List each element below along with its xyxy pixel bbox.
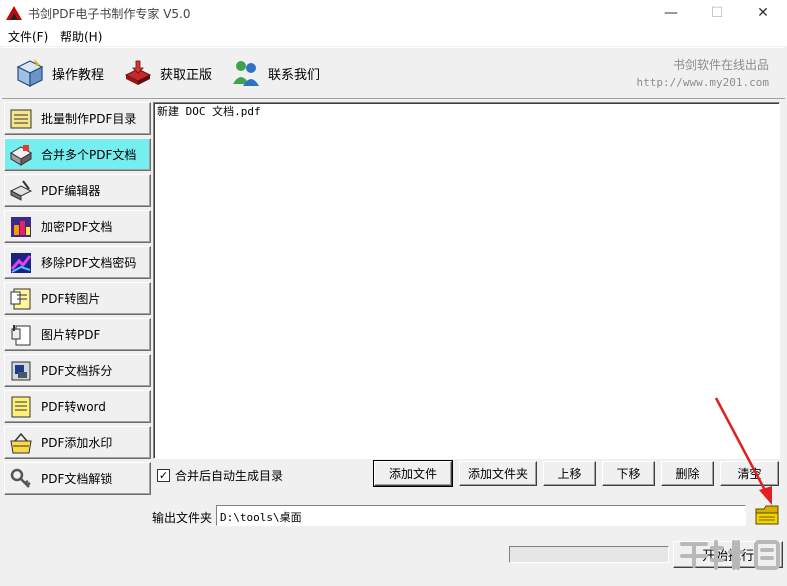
contact-label: 联系我们 bbox=[268, 67, 321, 83]
purchase-icon bbox=[124, 60, 152, 85]
menu-file[interactable]: 文件(F) bbox=[8, 28, 48, 45]
move-down-button[interactable]: 下移 bbox=[602, 461, 655, 486]
move-up-button[interactable]: 上移 bbox=[543, 461, 596, 486]
toolbar: 操作教程 获取正版 联系我们 书剑软件在线出品 http://www.my201… bbox=[2, 47, 785, 99]
tutorial-icon bbox=[16, 59, 44, 87]
brand-name: 书剑软件在线出品 bbox=[672, 58, 769, 72]
app-logo-icon bbox=[6, 6, 22, 20]
sidebar-item-label: 图片转PDF bbox=[41, 328, 101, 342]
sidebar-item-encrypt[interactable]: 加密PDF文档 bbox=[4, 210, 151, 243]
tutorial-label: 操作教程 bbox=[52, 67, 105, 83]
sidebar-item-label: PDF文档拆分 bbox=[41, 364, 113, 378]
merge-icon bbox=[10, 144, 32, 166]
sidebar-item-label: 合并多个PDF文档 bbox=[41, 148, 137, 162]
sidebar-item-label: 加密PDF文档 bbox=[41, 220, 113, 234]
watermark-icon bbox=[10, 432, 32, 453]
sidebar-item-remove-password[interactable]: 移除PDF文档密码 bbox=[4, 246, 151, 279]
sidebar-item-pdf-to-word[interactable]: PDF转word bbox=[4, 390, 151, 423]
progress-bar bbox=[509, 546, 669, 563]
encrypt-icon bbox=[11, 216, 31, 237]
sidebar-item-split[interactable]: PDF文档拆分 bbox=[4, 354, 151, 387]
sidebar-item-label: 批量制作PDF目录 bbox=[41, 112, 137, 126]
sidebar-item-label: PDF转word bbox=[41, 400, 106, 414]
sidebar-item-editor[interactable]: PDF编辑器 bbox=[4, 174, 151, 207]
delete-button[interactable]: 删除 bbox=[661, 461, 714, 486]
purchase-button[interactable]: 获取正版 bbox=[122, 56, 212, 90]
brand-url: http://www.my201.com bbox=[636, 76, 769, 89]
maximize-button[interactable]: ☐ bbox=[694, 0, 740, 26]
sidebar-item-label: PDF文档解锁 bbox=[41, 472, 113, 486]
contact-button[interactable]: 联系我们 bbox=[230, 56, 320, 90]
tutorial-button[interactable]: 操作教程 bbox=[14, 56, 104, 90]
unlock-icon bbox=[10, 468, 31, 488]
remove-password-icon bbox=[10, 252, 32, 273]
clear-button[interactable]: 清空 bbox=[720, 461, 779, 486]
editor-icon bbox=[9, 179, 33, 201]
split-icon bbox=[11, 361, 31, 380]
sidebar-item-pdf-to-image[interactable]: PDF转图片 bbox=[4, 282, 151, 315]
start-button[interactable]: 开始执行 bbox=[673, 541, 783, 568]
image-to-pdf-icon bbox=[11, 324, 31, 345]
pdf-to-word-icon bbox=[11, 396, 31, 417]
sidebar-item-label: PDF编辑器 bbox=[41, 184, 101, 198]
file-list[interactable]: 新建 DOC 文档.pdf bbox=[153, 102, 780, 459]
sidebar-item-merge[interactable]: 合并多个PDF文档 bbox=[4, 138, 151, 171]
output-folder-field[interactable]: D:\tools\桌面 bbox=[216, 505, 746, 526]
sidebar-item-batch-toc[interactable]: 批量制作PDF目录 bbox=[4, 102, 151, 135]
add-folder-button[interactable]: 添加文件夹 bbox=[459, 461, 537, 486]
sidebar-item-label: 移除PDF文档密码 bbox=[41, 256, 137, 270]
folder-browse-icon[interactable] bbox=[754, 502, 780, 526]
document-list-icon bbox=[10, 109, 32, 128]
auto-toc-checkbox[interactable]: ✓ bbox=[157, 469, 170, 482]
title-bar: 书剑PDF电子书制作专家 V5.0 — ☐ ✕ bbox=[0, 0, 787, 26]
add-file-button[interactable]: 添加文件 bbox=[373, 460, 453, 487]
minimize-button[interactable]: — bbox=[648, 0, 694, 26]
sidebar-item-image-to-pdf[interactable]: 图片转PDF bbox=[4, 318, 151, 351]
sidebar-item-unlock[interactable]: PDF文档解锁 bbox=[4, 462, 151, 495]
list-item[interactable]: 新建 DOC 文档.pdf bbox=[157, 105, 776, 119]
sidebar-item-label: PDF添加水印 bbox=[41, 436, 113, 450]
contact-icon bbox=[233, 61, 259, 86]
window-title: 书剑PDF电子书制作专家 V5.0 bbox=[28, 7, 191, 21]
menu-help[interactable]: 帮助(H) bbox=[60, 28, 102, 45]
purchase-label: 获取正版 bbox=[160, 67, 213, 83]
auto-toc-option[interactable]: ✓ 合并后自动生成目录 bbox=[157, 467, 283, 484]
menu-bar: 文件(F) 帮助(H) bbox=[0, 26, 787, 46]
sidebar-item-watermark[interactable]: PDF添加水印 bbox=[4, 426, 151, 459]
sidebar-item-label: PDF转图片 bbox=[41, 292, 101, 306]
close-button[interactable]: ✕ bbox=[740, 0, 786, 26]
brand-block: 书剑软件在线出品 http://www.my201.com bbox=[637, 56, 769, 89]
output-folder-label: 输出文件夹 bbox=[152, 511, 213, 525]
pdf-to-image-icon bbox=[10, 288, 31, 309]
auto-toc-label: 合并后自动生成目录 bbox=[175, 469, 284, 483]
